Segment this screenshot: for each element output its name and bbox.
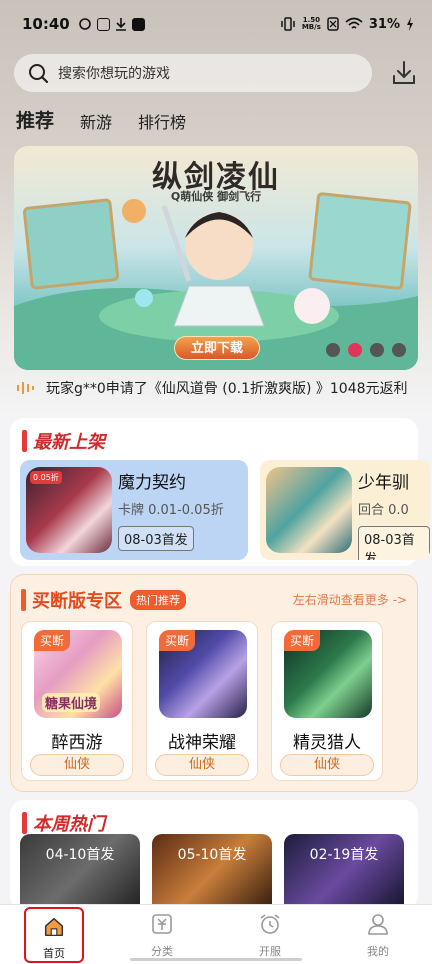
- game-name: 魔力契约: [118, 473, 186, 493]
- carousel-dot[interactable]: [326, 343, 340, 357]
- weekly-game-card[interactable]: 04-10首发: [20, 834, 140, 914]
- nav-profile[interactable]: 我的: [324, 905, 432, 964]
- nav-label: 开服: [259, 945, 281, 958]
- game-info: 魔力契约 卡牌 0.01-0.05折 08-03首发: [118, 460, 224, 560]
- banner-subtitle: Q萌仙侠 御剑飞行: [170, 190, 262, 203]
- section-header: 最新上架: [22, 428, 105, 454]
- download-status-icon: [115, 18, 126, 31]
- section-title: 本周热门: [33, 814, 105, 835]
- game-name: 精灵猎人: [293, 733, 361, 753]
- swipe-hint[interactable]: 左右滑动查看更多 ->: [293, 591, 407, 608]
- audio-wave-icon: [17, 382, 34, 394]
- hot-badge: 热门推荐: [130, 590, 186, 610]
- release-date: 05-10首发: [177, 847, 247, 863]
- weekly-game-card[interactable]: 05-10首发: [152, 834, 272, 914]
- download-now-button[interactable]: 立即下载: [174, 336, 260, 360]
- discount-badge: 0.05折: [30, 471, 62, 484]
- battery-level: 31%: [368, 16, 400, 32]
- tab-rankings[interactable]: 排行榜: [138, 109, 186, 133]
- section-header: 买断版专区 热门推荐: [21, 587, 186, 613]
- carousel-dot-active[interactable]: [348, 343, 362, 357]
- search-placeholder: 搜索你想玩的游戏: [58, 66, 170, 82]
- game-name: 少年驯: [358, 473, 409, 493]
- status-right: 1.50 MB/s 31%: [280, 17, 414, 32]
- ticker-text: 玩家g**0申请了《仙风道骨 (0.1折激爽版) 》1048元返利: [46, 381, 408, 397]
- buyout-badge: 买断: [284, 630, 321, 651]
- game-name: 醉西游: [51, 733, 103, 753]
- sim-off-icon: [327, 17, 339, 31]
- game-tags: 卡牌 0.01-0.05折: [118, 503, 224, 518]
- buyout-badge: 买断: [34, 630, 71, 651]
- download-icon[interactable]: [390, 59, 418, 87]
- release-date: 08-03首发: [118, 526, 194, 551]
- section-header: 本周热门: [22, 810, 105, 836]
- game-thumbnail: 买断: [159, 630, 247, 718]
- nav-category[interactable]: 分类: [108, 905, 216, 964]
- game-logo: 糖果仙境: [42, 693, 101, 712]
- home-icon: [44, 917, 64, 937]
- release-date: 02-19首发: [309, 847, 379, 863]
- home-indicator: [130, 958, 302, 961]
- nav-label: 首页: [43, 947, 65, 960]
- wifi-icon: [345, 17, 363, 29]
- carousel-dot[interactable]: [392, 343, 406, 357]
- new-game-card[interactable]: 0.05折 魔力契约 卡牌 0.01-0.05折 08-03首发: [20, 460, 248, 560]
- status-bar: 10:40 1.50 MB/s 31%: [0, 0, 432, 48]
- carousel-dots: [326, 343, 406, 357]
- user-icon: [368, 914, 388, 935]
- new-releases-section: 最新上架 0.05折 魔力契约 卡牌 0.01-0.05折 08-03首发 少年…: [10, 418, 430, 566]
- nav-label: 我的: [367, 945, 389, 958]
- alarm-clock-icon: [260, 914, 280, 934]
- search-row: 搜索你想玩的游戏: [14, 54, 418, 92]
- genre-tag: 仙侠: [280, 754, 374, 776]
- search-icon: [29, 64, 48, 83]
- buyout-badge: 买断: [159, 630, 196, 651]
- genre-tag: 仙侠: [155, 754, 249, 776]
- weekly-game-card[interactable]: 02-19首发: [284, 834, 404, 914]
- category-icon: [152, 914, 172, 934]
- buyout-section: 买断版专区 热门推荐 左右滑动查看更多 -> 买断 糖果仙境 醉西游 仙侠 买断…: [10, 574, 418, 792]
- section-marker: [22, 430, 27, 452]
- buyout-game-card[interactable]: 买断 战神荣耀 仙侠: [146, 621, 258, 781]
- vibrate-icon: [281, 17, 295, 31]
- rebate-ticker[interactable]: 玩家g**0申请了《仙风道骨 (0.1折激爽版) 》1048元返利: [16, 378, 420, 398]
- game-tags: 回合 0.0: [358, 503, 409, 518]
- notification-icons: [78, 17, 145, 31]
- weekly-hot-section: 本周热门 04-10首发 05-10首发 02-19首发: [10, 800, 418, 914]
- top-tabs: 推荐 新游 排行榜: [16, 106, 186, 133]
- section-marker: [22, 812, 27, 834]
- game-thumbnail: [266, 467, 352, 553]
- new-game-card[interactable]: 少年驯 回合 0.0 08-03首发: [260, 460, 430, 560]
- bottom-nav: 首页 分类 开服 我的: [0, 904, 432, 964]
- game-name: 战神荣耀: [168, 733, 236, 753]
- buyout-game-card[interactable]: 买断 糖果仙境 醉西游 仙侠: [21, 621, 133, 781]
- search-input[interactable]: 搜索你想玩的游戏: [14, 54, 372, 92]
- nav-server-open[interactable]: 开服: [216, 905, 324, 964]
- mail-icon: [131, 17, 145, 31]
- charging-icon: [407, 17, 413, 31]
- network-speed: 1.50 MB/s: [301, 16, 321, 31]
- section-title: 最新上架: [33, 432, 105, 453]
- release-date: 08-03首发: [358, 526, 430, 560]
- tab-new-games[interactable]: 新游: [80, 109, 112, 133]
- app-notification-icon: [96, 17, 110, 31]
- section-marker: [21, 589, 26, 611]
- promo-banner[interactable]: 纵剑凌仙 Q萌仙侠 御剑飞行 立即下载: [14, 146, 418, 370]
- game-thumbnail: 0.05折: [26, 467, 112, 553]
- buyout-game-card[interactable]: 买断 精灵猎人 仙侠: [271, 621, 383, 781]
- sync-icon: [78, 18, 91, 30]
- nav-label: 分类: [151, 945, 173, 958]
- release-date: 04-10首发: [45, 847, 115, 863]
- game-thumbnail: 买断 糖果仙境: [34, 630, 122, 718]
- nav-home[interactable]: 首页: [24, 907, 84, 963]
- carousel-dot[interactable]: [370, 343, 384, 357]
- game-thumbnail: 买断: [284, 630, 372, 718]
- section-title: 买断版专区: [32, 591, 122, 612]
- status-time: 10:40: [22, 15, 70, 33]
- tab-recommended[interactable]: 推荐: [16, 106, 54, 133]
- game-info: 少年驯 回合 0.0 08-03首发: [358, 460, 430, 560]
- genre-tag: 仙侠: [30, 754, 124, 776]
